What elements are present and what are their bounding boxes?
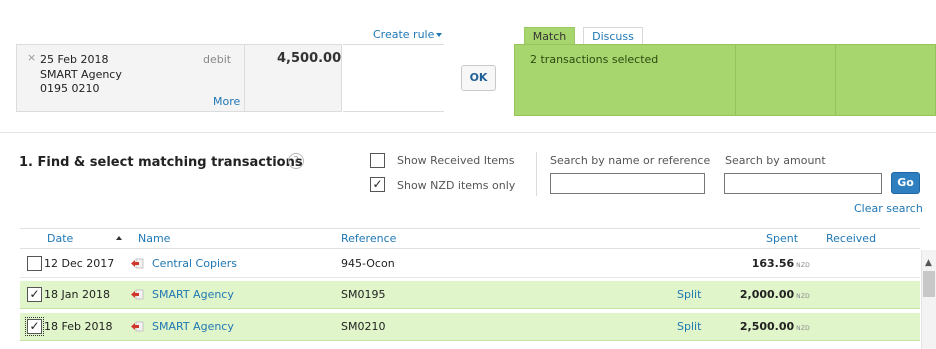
ok-button[interactable]: OK	[461, 65, 496, 91]
column-header-received[interactable]: Received	[826, 232, 876, 245]
row-date: 18 Feb 2018	[44, 320, 113, 333]
table-row[interactable]: ✓ 18 Feb 2018 SMART Agency SM0210 Split …	[20, 313, 920, 341]
show-nzd-label[interactable]: Show NZD items only	[397, 179, 515, 192]
spend-money-icon	[131, 289, 144, 300]
scroll-up-icon[interactable]: ▲	[925, 258, 932, 268]
row-reference: 945-Ocon	[341, 257, 395, 270]
row-spent: 163.56 NZD	[710, 257, 810, 270]
statement-payee: SMART Agency	[40, 68, 122, 81]
row-checkbox[interactable]	[27, 256, 42, 271]
statement-amount: 4,500.00	[277, 51, 342, 66]
row-reference: SM0210	[341, 320, 386, 333]
row-spent: 2,000.00 NZD	[710, 288, 810, 301]
tab-discuss[interactable]: Discuss	[583, 27, 643, 45]
match-divider	[835, 45, 836, 115]
tab-match[interactable]: Match	[524, 27, 575, 45]
statement-spacer	[343, 44, 444, 112]
close-icon[interactable]: ×	[27, 51, 36, 64]
row-spent: 2,500.00 NZD	[710, 320, 810, 333]
match-panel: 2 transactions selected	[514, 44, 936, 116]
row-reference: SM0195	[341, 288, 386, 301]
split-link[interactable]: Split	[677, 320, 701, 333]
scrollbar-thumb[interactable]	[923, 271, 935, 297]
row-currency: NZD	[796, 293, 810, 300]
row-name-link[interactable]: SMART Agency	[152, 288, 234, 301]
table-header: Date Name Reference Spent Received	[20, 228, 920, 249]
match-divider	[735, 45, 736, 115]
split-link[interactable]: Split	[677, 288, 701, 301]
row-name-link[interactable]: Central Copiers	[152, 257, 237, 270]
sort-ascending-icon[interactable]	[116, 236, 122, 240]
row-spent-value: 163.56	[751, 257, 795, 270]
more-link[interactable]: More	[213, 95, 240, 108]
spend-money-icon	[131, 258, 144, 269]
row-name-link[interactable]: SMART Agency	[152, 320, 234, 333]
spend-money-icon	[131, 321, 144, 332]
create-rule-label: Create rule	[373, 28, 435, 41]
search-amount-label: Search by amount	[725, 154, 826, 167]
column-header-name[interactable]: Name	[138, 232, 170, 245]
statement-type: debit	[203, 53, 232, 66]
search-name-input[interactable]	[550, 173, 705, 194]
go-button[interactable]: Go	[891, 172, 920, 194]
row-date: 18 Jan 2018	[44, 288, 110, 301]
create-rule-link[interactable]: Create rule	[373, 28, 443, 41]
table-row[interactable]: 12 Dec 2017 Central Copiers 945-Ocon 163…	[20, 250, 920, 278]
checkmark-icon: ✓	[372, 177, 383, 191]
statement-reference: 0195 0210	[40, 82, 100, 95]
show-received-checkbox[interactable]	[370, 153, 385, 168]
table-row[interactable]: ✓ 18 Jan 2018 SMART Agency SM0195 Split …	[20, 281, 920, 309]
statement-details: × 25 Feb 2018 SMART Agency 0195 0210 deb…	[17, 45, 245, 111]
row-currency: NZD	[796, 262, 810, 269]
filter-divider	[536, 152, 537, 196]
search-name-label: Search by name or reference	[550, 154, 711, 167]
find-section-title: 1. Find & select matching transactions	[19, 155, 303, 170]
chevron-down-icon	[436, 33, 443, 37]
section-divider	[0, 132, 936, 133]
column-header-date[interactable]: Date	[47, 232, 73, 245]
statement-date: 25 Feb 2018	[40, 53, 109, 66]
row-checkbox[interactable]: ✓	[27, 287, 42, 302]
row-spent-value: 2,000.00	[739, 288, 795, 301]
help-icon[interactable]: ?	[288, 153, 304, 169]
show-received-label[interactable]: Show Received Items	[397, 154, 515, 167]
clear-search-link[interactable]: Clear search	[854, 202, 923, 215]
statement-amount-cell: 4,500.00	[245, 45, 341, 111]
statement-line-panel: × 25 Feb 2018 SMART Agency 0195 0210 deb…	[16, 44, 342, 112]
match-status: 2 transactions selected	[530, 53, 659, 66]
column-header-reference[interactable]: Reference	[341, 232, 396, 245]
show-nzd-checkbox[interactable]: ✓	[370, 177, 385, 192]
search-amount-input[interactable]	[724, 173, 882, 194]
column-header-spent[interactable]: Spent	[766, 232, 798, 245]
row-currency: NZD	[796, 325, 810, 332]
row-date: 12 Dec 2017	[44, 257, 115, 270]
row-spent-value: 2,500.00	[739, 320, 795, 333]
row-checkbox[interactable]: ✓	[25, 317, 44, 336]
